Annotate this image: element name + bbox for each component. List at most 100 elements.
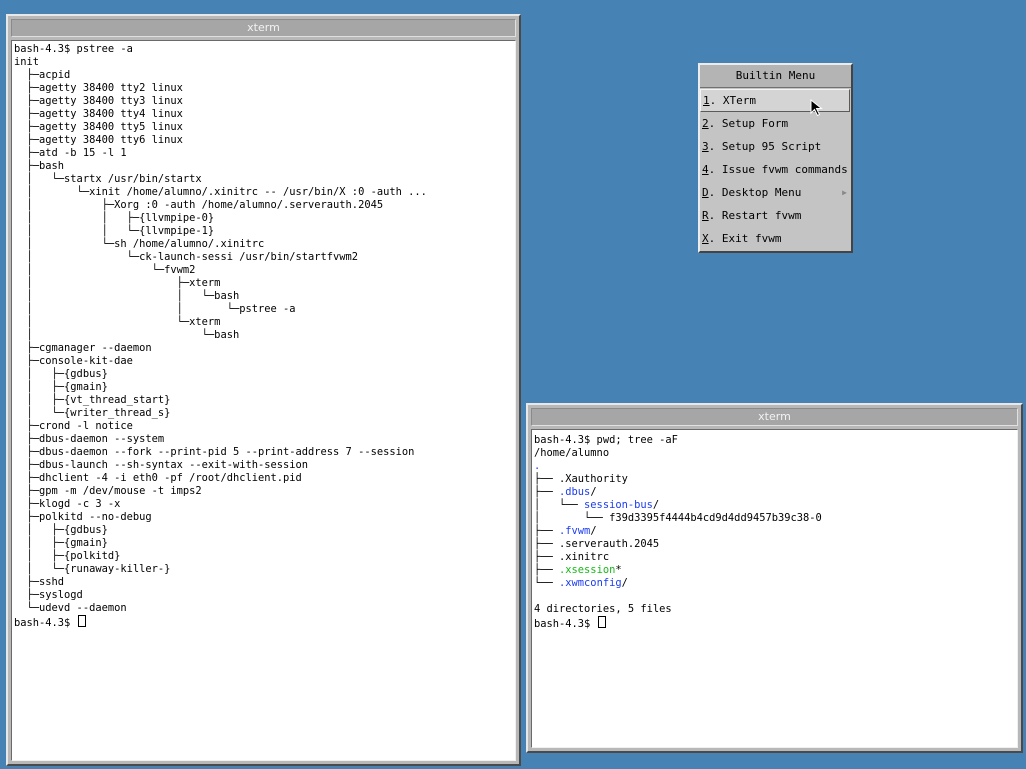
terminal-line: │ ├─{gmain} xyxy=(14,537,108,549)
terminal-line: │ │ └─{llvmpipe-1} xyxy=(14,225,215,237)
terminal-text: │ └── f39d3395f4444b4cd9d4dd9457b39c38-0 xyxy=(534,512,822,524)
menu-item-x[interactable]: X. Exit fvwm xyxy=(700,227,851,250)
terminal-line: │ ├─xterm xyxy=(14,277,221,289)
builtin-menu[interactable]: Builtin Menu 1. XTerm 2. Setup Form 3. Set… xyxy=(698,63,853,253)
terminal-text: ├── .xinitrc xyxy=(534,551,610,563)
colored-entry: .xsession xyxy=(559,564,616,576)
triangle-right-icon: ▶ xyxy=(842,188,847,197)
terminal-line: ├── .dbus/ xyxy=(534,486,1017,499)
terminal-text: │ └── xyxy=(534,499,585,511)
terminal-line: │ └─{runaway-killer-} xyxy=(14,563,171,575)
menu-item-3[interactable]: 3. Setup 95 Script xyxy=(700,135,851,158)
terminal-line: │ ├─{gmain} xyxy=(14,381,108,393)
terminal-line: │ ├─{gdbus} xyxy=(14,524,108,536)
terminal-line: ├─console-kit-dae xyxy=(14,355,133,367)
terminal-line: . xyxy=(534,460,1017,473)
terminal-text: / xyxy=(652,499,660,511)
terminal-line: │ └─ck-launch-sessi /usr/bin/startfvwm2 xyxy=(14,251,359,263)
terminal-text: / xyxy=(621,577,628,589)
terminal-line: │ └─{writer_thread_s} xyxy=(14,407,171,419)
terminal-line: ├── .xinitrc xyxy=(534,551,1017,564)
terminal-line: │ ├─{vt_thread_start} xyxy=(14,394,171,406)
prompt-text: bash-4.3$ xyxy=(14,617,77,629)
terminal-line: ├─gpm -m /dev/mouse -t imps2 xyxy=(14,485,202,497)
terminal-text: 4 directories, 5 files xyxy=(534,603,672,615)
menu-item-d[interactable]: D. Desktop Menu ▶ xyxy=(700,181,851,204)
colored-entry: .dbus xyxy=(559,486,591,498)
xterm-window-right[interactable]: xterm bash-4.3$ pwd; tree -aF/home/alumn… xyxy=(526,403,1023,753)
terminal-output[interactable]: bash-4.3$ pwd; tree -aF/home/alumno. ├── … xyxy=(531,429,1018,748)
menu-item-label: . Setup Form xyxy=(708,117,789,130)
terminal-text: ├── xyxy=(534,564,560,576)
colored-entry: . xyxy=(534,460,541,472)
terminal-line: ├─klogd -c 3 -x xyxy=(14,498,121,510)
terminal-line: ├─agetty 38400 tty5 linux xyxy=(14,121,183,133)
terminal-line: │ └─sh /home/alumno/.xinitrc xyxy=(14,238,265,250)
menu-item-shortcut: D xyxy=(702,186,709,199)
terminal-line: ├─atd -b 15 -l 1 xyxy=(14,147,127,159)
terminal-text: ├── .Xauthority xyxy=(534,473,628,485)
terminal-line: ├── .Xauthority xyxy=(534,473,1017,486)
menu-item-shortcut: R xyxy=(702,209,709,222)
terminal-line: ├─sshd xyxy=(14,576,65,588)
xterm-window-left[interactable]: xterm bash-4.3$ pstree -a init ├─acpid ├─… xyxy=(6,14,521,766)
menu-item-shortcut: 2 xyxy=(702,117,709,130)
prompt-text: bash-4.3$ xyxy=(534,618,597,630)
terminal-line: │ └─bash xyxy=(14,329,240,341)
terminal-line: ├─bash xyxy=(14,160,65,172)
menu-item-label: . XTerm xyxy=(709,94,756,107)
terminal-line: init xyxy=(14,56,40,68)
menu-item-r[interactable]: R. Restart fvwm xyxy=(700,204,851,227)
terminal-line: ├─dbus-daemon --system xyxy=(14,433,165,445)
terminal-line: └── .xwmconfig/ xyxy=(534,577,1017,590)
colored-entry: .fvwm xyxy=(559,525,591,537)
terminal-line: ├── .fvwm/ xyxy=(534,525,1017,538)
terminal-line: │ └── session-bus/ xyxy=(534,499,1017,512)
terminal-line: │ ├─Xorg :0 -auth /home/alumno/.serverau… xyxy=(14,199,384,211)
menu-item-shortcut: 1 xyxy=(703,94,710,107)
terminal-text: └── xyxy=(534,577,560,589)
menu-item-1[interactable]: 1. XTerm xyxy=(700,89,850,112)
terminal-line: ├── .serverauth.2045 xyxy=(534,538,1017,551)
prompt-line: bash-4.3$ xyxy=(14,615,515,629)
terminal-line: ├─dbus-daemon --fork --print-pid 5 --pri… xyxy=(14,446,415,458)
terminal-line: └─udevd --daemon xyxy=(14,602,127,614)
terminal-text: / xyxy=(590,486,597,498)
mouse-pointer-icon xyxy=(810,99,823,117)
terminal-text: * xyxy=(615,564,622,576)
text-cursor-icon xyxy=(597,616,606,628)
terminal-line: ├─polkitd --no-debug xyxy=(14,511,152,523)
menu-item-shortcut: 4 xyxy=(702,163,709,176)
terminal-line: ├─agetty 38400 tty2 linux xyxy=(14,82,183,94)
terminal-line: ├─agetty 38400 tty4 linux xyxy=(14,108,183,120)
menu-item-label: . Exit fvwm xyxy=(708,232,782,245)
menu-title: Builtin Menu xyxy=(700,65,851,88)
menu-item-label: . Restart fvwm xyxy=(708,209,802,222)
colored-entry: session-bus xyxy=(584,499,653,511)
terminal-line: ├─dhclient -4 -i eth0 -pf /root/dhclient… xyxy=(14,472,302,484)
terminal-line: │ │ ├─{llvmpipe-0} xyxy=(14,212,215,224)
terminal-line: │ │ └─pstree -a xyxy=(14,303,296,315)
menu-item-4[interactable]: 4. Issue fvwm commands xyxy=(700,158,851,181)
terminal-line: │ └─xinit /home/alumno/.xinitrc -- /usr/… xyxy=(14,186,427,198)
terminal-text: ├── xyxy=(534,486,560,498)
menu-item-shortcut: 3 xyxy=(702,140,709,153)
window-title: xterm xyxy=(247,21,280,34)
terminal-line: ├─crond -l notice xyxy=(14,420,133,432)
terminal-text: bash-4.3$ pwd; tree -aF xyxy=(534,434,678,446)
window-title-bar[interactable]: xterm xyxy=(11,19,516,37)
window-title-bar[interactable]: xterm xyxy=(531,408,1018,426)
menu-item-2[interactable]: 2. Setup Form xyxy=(700,112,851,135)
terminal-line: ├─syslogd xyxy=(14,589,83,601)
terminal-line: bash-4.3$ pstree -a xyxy=(14,43,133,55)
terminal-line: │ └─startx /usr/bin/startx xyxy=(14,173,202,185)
menu-item-label: . Setup 95 Script xyxy=(708,140,822,153)
terminal-line: ├─dbus-launch --sh-syntax --exit-with-se… xyxy=(14,459,309,471)
terminal-line: ├─agetty 38400 tty3 linux xyxy=(14,95,183,107)
terminal-text: ├── .serverauth.2045 xyxy=(534,538,660,550)
terminal-line: /home/alumno xyxy=(534,447,1017,460)
terminal-output[interactable]: bash-4.3$ pstree -a init ├─acpid ├─agetty… xyxy=(11,40,516,761)
colored-entry: .xwmconfig xyxy=(559,577,622,589)
menu-item-label: . Desktop Menu xyxy=(708,186,802,199)
text-cursor-icon xyxy=(77,615,86,627)
